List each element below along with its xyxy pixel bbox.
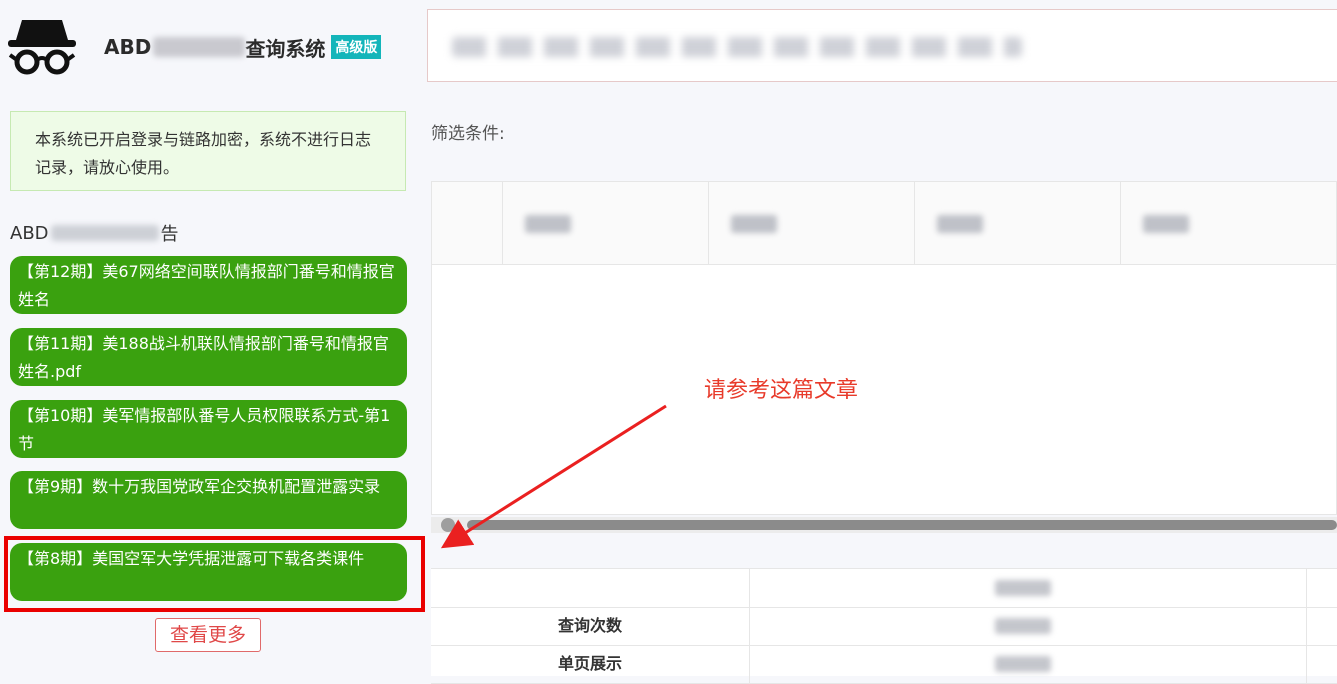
table-header-cell (708, 182, 915, 264)
incognito-logo-icon (8, 20, 76, 75)
value-redacted (995, 618, 1051, 634)
scroll-thumb[interactable] (467, 520, 1337, 530)
results-table (431, 181, 1337, 515)
table-header-cell (1120, 182, 1336, 264)
value-redacted (995, 580, 1051, 596)
annotation-text: 请参考这篇文章 (704, 378, 859, 403)
scroll-left-icon[interactable] (441, 518, 455, 532)
stats-label (431, 569, 750, 607)
stats-label: 查询次数 (431, 607, 750, 645)
stats-row (431, 569, 1337, 608)
header-redacted (1143, 215, 1189, 233)
stats-value (749, 645, 1307, 683)
stats-value (749, 607, 1307, 645)
news-item-12[interactable]: 【第12期】美67网络空间联队情报部门番号和情报官姓名 (10, 256, 407, 314)
announcement-heading-redacted (50, 225, 159, 241)
filter-label: 筛选条件: (431, 124, 505, 144)
search-input[interactable] (427, 9, 1337, 82)
horizontal-scrollbar[interactable] (431, 517, 1337, 533)
header-redacted (937, 215, 983, 233)
stats-value (749, 569, 1307, 607)
table-header-cell (914, 182, 1121, 264)
header-redacted (525, 215, 571, 233)
app-title-suffix: 查询系统 (245, 36, 326, 61)
app-title: ABD 查询系统 高级版 (104, 32, 382, 62)
news-item-9[interactable]: 【第9期】数十万我国党政军企交换机配置泄露实录 (10, 471, 407, 529)
stats-row: 查询次数 (431, 607, 1337, 646)
security-notice: 本系统已开启登录与链路加密，系统不进行日志记录，请放心使用。 (10, 111, 406, 191)
app-title-prefix: ABD (104, 35, 152, 59)
view-more-button[interactable]: 查看更多 (155, 618, 261, 652)
app-title-redacted (153, 37, 246, 57)
value-redacted (995, 656, 1051, 672)
edition-badge: 高级版 (331, 35, 382, 59)
announcement-heading: ABD 告 (10, 220, 179, 246)
annotation-highlight-box (4, 536, 425, 612)
search-placeholder-redacted (452, 37, 1022, 57)
table-header-cell (502, 182, 709, 264)
header-redacted (731, 215, 777, 233)
announcement-heading-prefix: ABD (10, 222, 49, 244)
news-item-10[interactable]: 【第10期】美军情报部队番号人员权限联系方式-第1节 (10, 400, 407, 458)
table-header-row (432, 182, 1336, 265)
announcement-heading-suffix: 告 (160, 224, 179, 245)
stats-row: 单页展示 (431, 645, 1337, 684)
stats-label: 单页展示 (431, 645, 750, 683)
stats-table: 查询次数 单页展示 (431, 568, 1337, 684)
news-item-11[interactable]: 【第11期】美188战斗机联队情报部门番号和情报官姓名.pdf (10, 328, 407, 386)
